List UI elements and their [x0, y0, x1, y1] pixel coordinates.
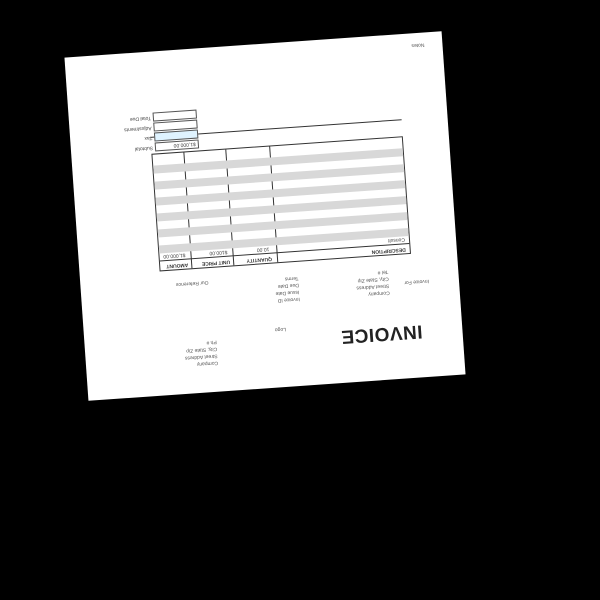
header-amount: AMOUNT	[166, 261, 189, 269]
invoice-for-block: Company Street Address City, State Zip T…	[355, 268, 390, 298]
totals-section: $1,000.00 Subtotal Tax Adjustments Total…	[76, 99, 200, 157]
row-unit-price: $100.00	[209, 248, 228, 256]
invoice-for-label: Invoice For	[404, 277, 430, 286]
header-quantity: QUANTITY	[246, 255, 273, 264]
row-description: Consult	[387, 236, 406, 244]
header-description: DESCRIPTION	[371, 246, 406, 255]
logo-text: Logo	[274, 325, 287, 333]
totals-label: Adjustments	[123, 124, 152, 133]
total-value-box: $1,000.00	[154, 139, 200, 152]
invoice-title: INVOICE	[340, 320, 424, 347]
totals-label: Tax	[144, 134, 153, 142]
subject-label: Our Reference	[175, 279, 209, 288]
totals-label: Subtotal	[134, 144, 154, 152]
row-quantity: 10.00	[256, 245, 270, 253]
line-items-table: DESCRIPTION QUANTITY UNIT PRICE AMOUNT C…	[151, 136, 411, 272]
header-unit-price: UNIT PRICE	[201, 258, 231, 267]
invoice-page: INVOICE Logo Company Street Address City…	[64, 31, 466, 401]
notes-label: Notes	[411, 41, 425, 49]
company-block: Company Street Address City, State Zip P…	[184, 338, 219, 368]
logo-placeholder: Logo	[274, 323, 287, 342]
totals-label: Total Due	[129, 114, 152, 123]
meta-labels: Invoice ID Issue Date Due Date Terms	[274, 274, 300, 304]
